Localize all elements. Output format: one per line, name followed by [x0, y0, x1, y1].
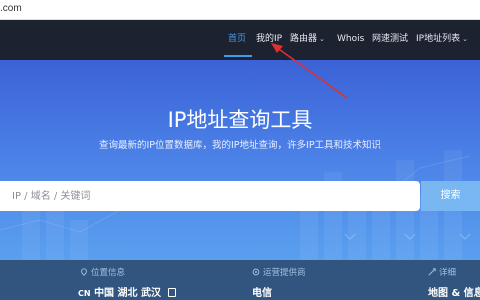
provider-icon [252, 268, 260, 276]
location-value: 中国 湖北 武汉 [94, 288, 162, 299]
annotation-arrow [271, 43, 348, 99]
copy-icon[interactable] [167, 288, 176, 297]
detail-label: 详细 [439, 268, 457, 278]
location-pin-icon [81, 268, 87, 276]
location-label: 位置信息 [91, 268, 126, 278]
isp-value: 电信 [252, 288, 272, 299]
country-code: CN [78, 289, 91, 298]
isp-label: 运营提供商 [263, 268, 306, 278]
detail-icon [428, 268, 436, 276]
ip-info-strip: 位置信息 CN 中国 湖北 武汉 运营提供商 电信 详细 地图 & 信息 [0, 260, 480, 300]
map-info-link[interactable]: 地图 & 信息 [428, 284, 480, 299]
